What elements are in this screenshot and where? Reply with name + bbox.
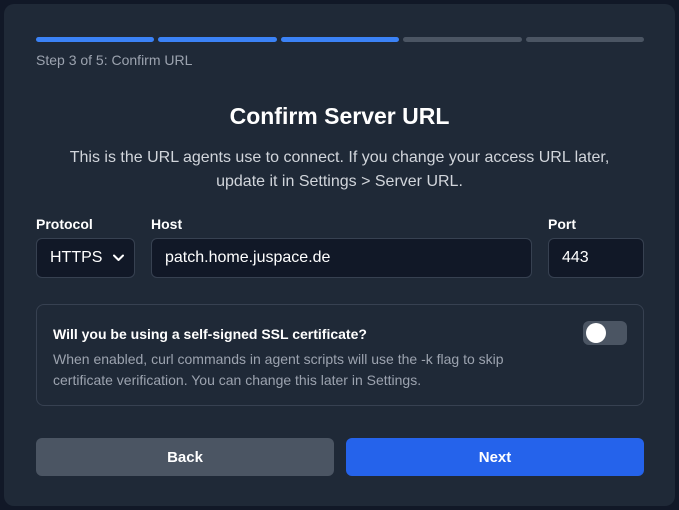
progress-segment [280,37,400,42]
progress-segment [403,37,522,42]
port-input-value: 443 [562,249,589,266]
back-button[interactable]: Back [36,438,334,476]
host-input[interactable]: patch.home.juspace.de [151,238,532,278]
host-input-value: patch.home.juspace.de [165,249,331,266]
page-title: Confirm Server URL [229,103,450,129]
step-indicator-text: Step 3 of 5: Confirm URL [36,52,193,68]
chevron-down-icon [112,252,124,264]
toggle-knob [586,323,606,343]
setup-wizard-card: Step 3 of 5: Confirm URL Confirm Server … [4,4,675,506]
protocol-select[interactable]: HTTPS [36,238,135,278]
host-label: Host [151,216,183,232]
self-signed-ssl-help: When enabled, curl commands in agent scr… [53,351,504,388]
port-input[interactable]: 443 [548,238,644,278]
step-progress-bar [36,37,645,42]
self-signed-ssl-question: Will you be using a self-signed SSL cert… [53,326,367,342]
protocol-select-value: HTTPS [50,249,103,266]
self-signed-ssl-toggle[interactable] [583,321,627,345]
progress-segment [36,37,155,42]
protocol-label: Protocol [36,216,93,232]
self-signed-ssl-panel: Will you be using a self-signed SSL cert… [36,304,644,406]
page-description: This is the URL agents use to connect. I… [69,149,610,190]
progress-segment [158,37,277,42]
progress-segment [525,37,645,42]
port-label: Port [548,216,576,232]
next-button[interactable]: Next [346,438,644,476]
